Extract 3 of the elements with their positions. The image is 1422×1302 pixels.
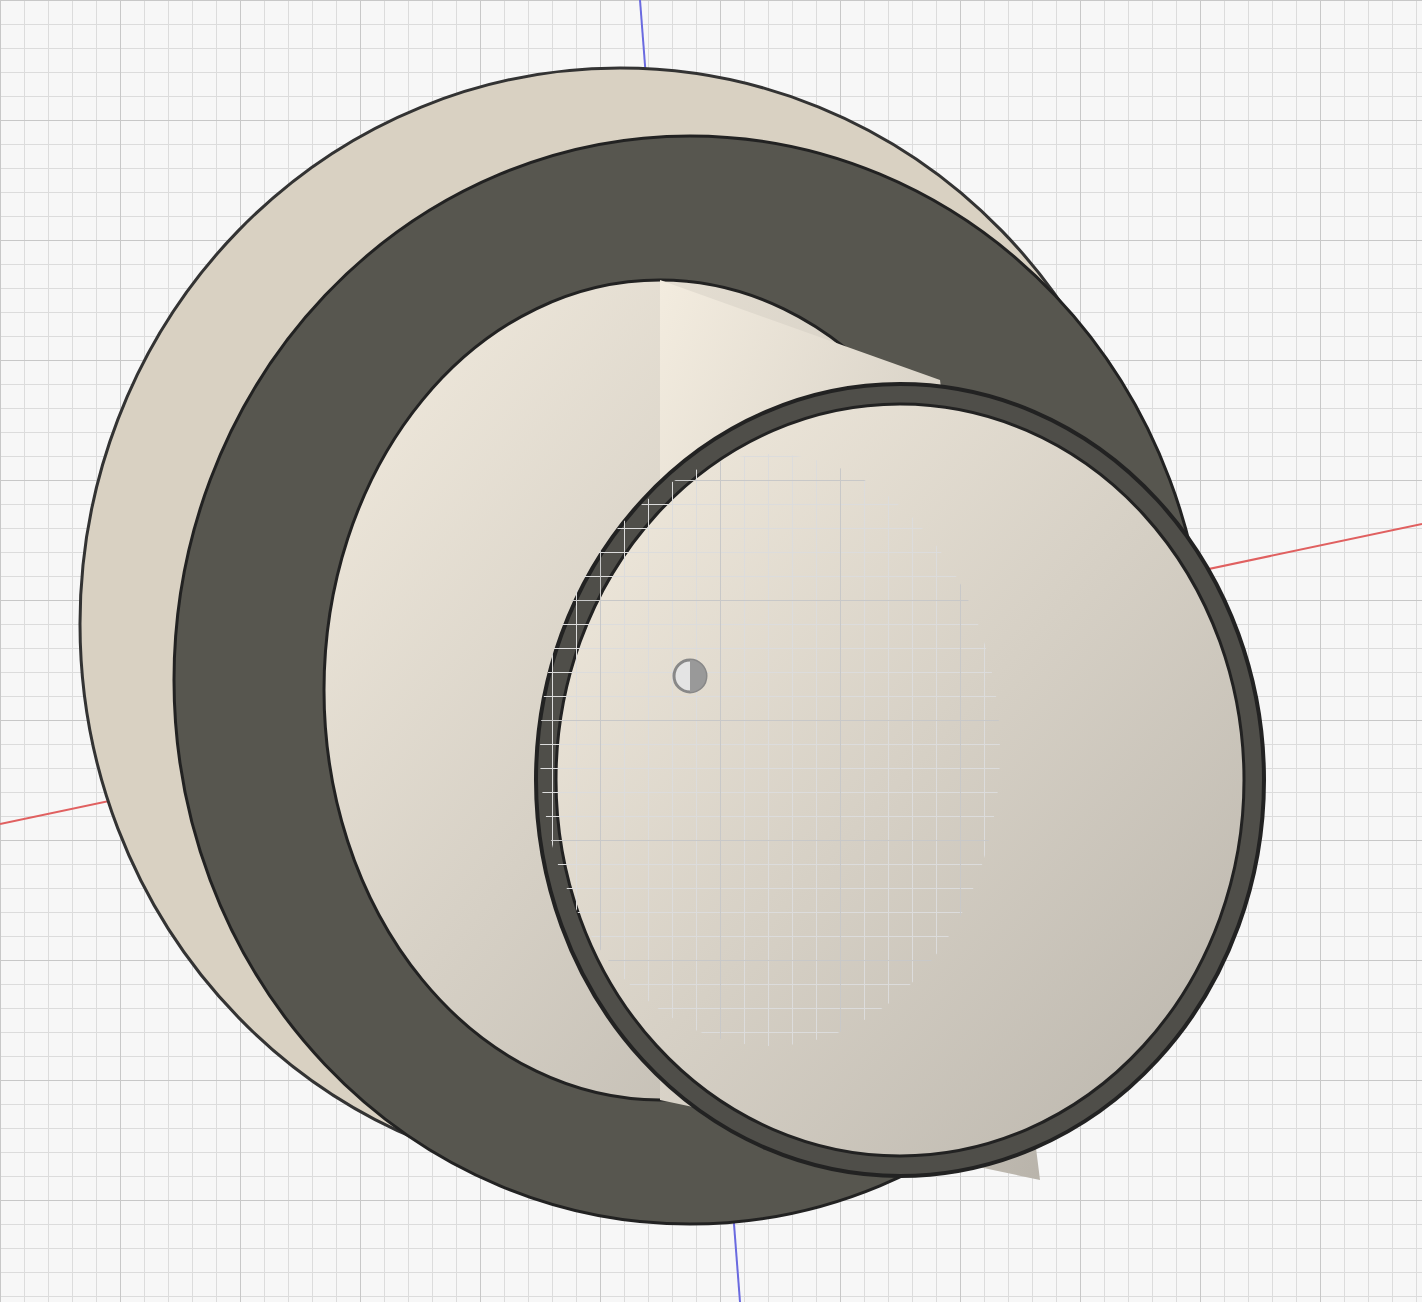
origin-icon[interactable] bbox=[672, 658, 708, 694]
flanged-tube-drawing[interactable] bbox=[78, 66, 1266, 1226]
viewport-canvas[interactable] bbox=[0, 0, 1422, 1302]
